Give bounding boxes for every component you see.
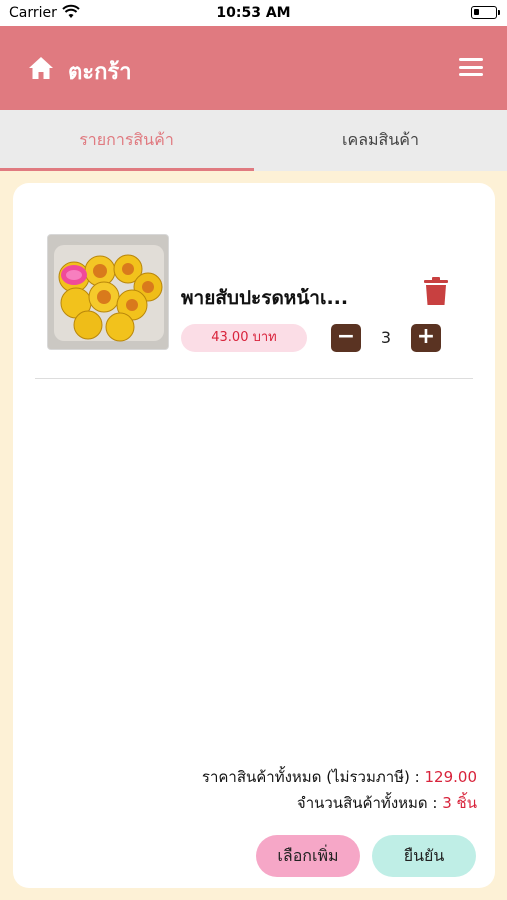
- add-more-button[interactable]: เลือกเพิ่ม: [256, 835, 360, 877]
- cart-card: พายสับปะรดหน้าเ... 43.00 บาท − 3 + ราคาส…: [13, 183, 495, 888]
- product-name: พายสับปะรดหน้าเ...: [181, 287, 349, 309]
- battery-icon: [471, 6, 500, 19]
- header-bar: ตะกร้า: [0, 26, 507, 110]
- price-badge: 43.00 บาท: [181, 324, 307, 352]
- total-price-label: ราคาสินค้าทั้งหมด (ไม่รวมภาษี) :: [201, 768, 425, 786]
- menu-icon[interactable]: [459, 58, 483, 76]
- product-image: [47, 234, 169, 350]
- increase-quantity-button[interactable]: +: [411, 324, 441, 352]
- quantity-value: 3: [380, 328, 392, 347]
- home-icon[interactable]: [28, 56, 54, 80]
- item-divider: [35, 378, 473, 379]
- summary-count: จำนวนสินค้าทั้งหมด : 3 ชิ้น: [297, 791, 477, 815]
- quantity-stepper: − 3 +: [331, 324, 441, 352]
- confirm-button[interactable]: ยืนยัน: [372, 835, 476, 877]
- total-count-value: 3 ชิ้น: [442, 794, 477, 812]
- total-count-label: จำนวนสินค้าทั้งหมด :: [296, 794, 443, 812]
- status-bar: Carrier 10:53 AM: [0, 0, 507, 26]
- total-price-value: 129.00: [424, 768, 478, 786]
- summary-total: ราคาสินค้าทั้งหมด (ไม่รวมภาษี) : 129.00: [202, 765, 477, 789]
- active-tab-indicator: [0, 168, 254, 171]
- tab-bar: รายการสินค้า เคลมสินค้า: [0, 110, 507, 171]
- decrease-quantity-button[interactable]: −: [331, 324, 361, 352]
- trash-icon[interactable]: [424, 277, 448, 305]
- tab-product-list[interactable]: รายการสินค้า: [0, 110, 253, 171]
- page-title: ตะกร้า: [68, 60, 132, 85]
- status-time: 10:53 AM: [216, 5, 291, 21]
- tab-claim[interactable]: เคลมสินค้า: [254, 110, 507, 171]
